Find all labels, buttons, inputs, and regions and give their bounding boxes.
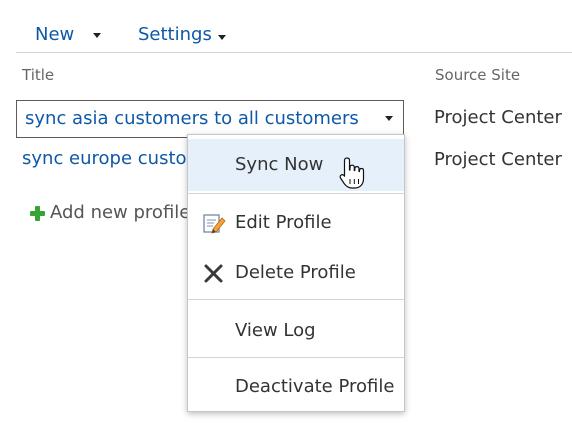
column-header-title[interactable]: Title	[22, 66, 54, 84]
settings-button[interactable]: Settings	[138, 24, 212, 45]
add-new-profile-label: Add new profile	[50, 202, 188, 223]
add-new-profile-link[interactable]: Add new profile	[28, 202, 188, 228]
profile-title-link[interactable]: sync europe customers	[22, 148, 187, 169]
menu-item-edit-profile[interactable]: Edit Profile	[188, 197, 404, 247]
table-row: sync europe customers	[22, 148, 187, 174]
menu-item-sync-now[interactable]: Sync Now	[188, 139, 404, 191]
source-site-cell: Project Center	[434, 149, 562, 170]
menu-divider	[188, 193, 404, 194]
list-toolbar: New Settings	[16, 22, 572, 53]
new-dropdown-caret-icon[interactable]	[93, 33, 101, 38]
menu-item-label: Deactivate Profile	[235, 376, 395, 397]
table-row[interactable]: sync asia customers to all customers	[16, 100, 404, 138]
menu-divider	[188, 299, 404, 300]
menu-item-deactivate-profile[interactable]: Deactivate Profile	[188, 361, 404, 411]
column-header-source-site[interactable]: Source Site	[435, 66, 520, 84]
menu-item-delete-profile[interactable]: Delete Profile	[188, 247, 404, 297]
profile-context-menu: Sync Now Edit Profile Delete Profile Vie…	[187, 134, 405, 412]
menu-item-label: Edit Profile	[235, 212, 332, 233]
menu-item-label: View Log	[235, 320, 316, 341]
new-button[interactable]: New	[35, 24, 74, 45]
menu-divider	[188, 357, 404, 358]
profile-title-link[interactable]: sync asia customers to all customers	[25, 108, 359, 129]
menu-item-label: Sync Now	[235, 154, 324, 175]
edit-icon	[202, 211, 226, 235]
plus-icon	[30, 206, 45, 221]
source-site-cell: Project Center	[434, 107, 562, 128]
menu-item-view-log[interactable]: View Log	[188, 305, 404, 355]
row-menu-caret-icon[interactable]	[385, 116, 393, 121]
settings-dropdown-caret-icon[interactable]	[218, 35, 226, 40]
menu-item-label: Delete Profile	[235, 262, 356, 283]
delete-x-icon	[202, 261, 226, 285]
